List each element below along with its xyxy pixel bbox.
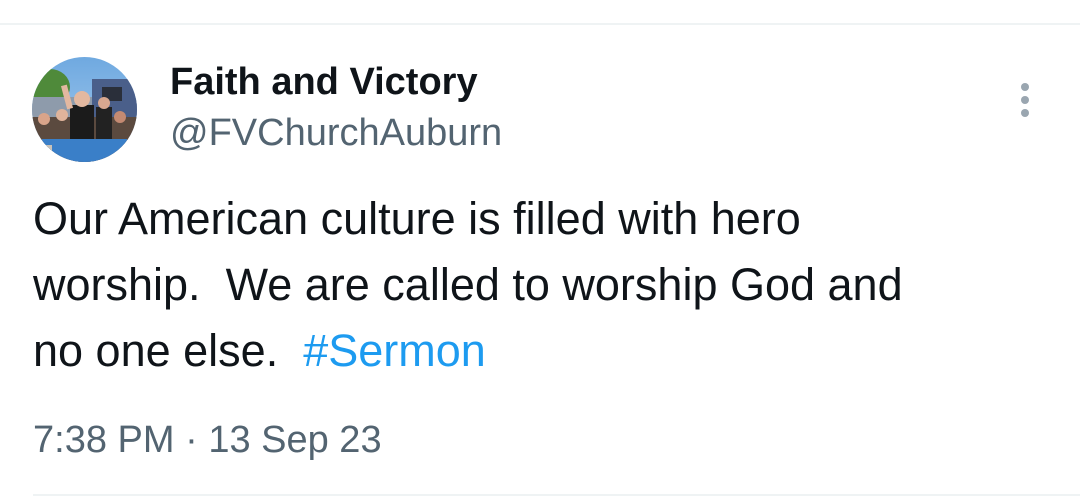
bottom-divider	[33, 494, 1080, 496]
avatar[interactable]	[32, 57, 137, 162]
tweet-timestamp[interactable]: 7:38 PM · 13 Sep 23	[33, 417, 382, 463]
hashtag-link[interactable]: #Sermon	[303, 325, 486, 376]
tweet-time: 7:38 PM	[33, 419, 175, 461]
timestamp-separator: ·	[185, 419, 198, 461]
tweet-text-line-2: worship. We are called to worship God an…	[33, 259, 903, 310]
tweet-text-line-1: Our American culture is filled with hero	[33, 193, 801, 244]
avatar-photo-icon	[32, 57, 137, 162]
tweet-text: Our American culture is filled with hero…	[33, 186, 1063, 384]
tweet-text-line-3: no one else.	[33, 325, 304, 376]
display-name[interactable]: Faith and Victory	[170, 59, 478, 105]
user-handle[interactable]: @FVChurchAuburn	[170, 110, 502, 156]
more-options-button[interactable]	[1010, 80, 1040, 120]
top-divider	[0, 23, 1080, 25]
tweet-card: Faith and Victory @FVChurchAuburn Our Am…	[0, 0, 1080, 503]
more-vertical-icon	[1021, 83, 1029, 117]
tweet-date: 13 Sep 23	[208, 419, 382, 461]
